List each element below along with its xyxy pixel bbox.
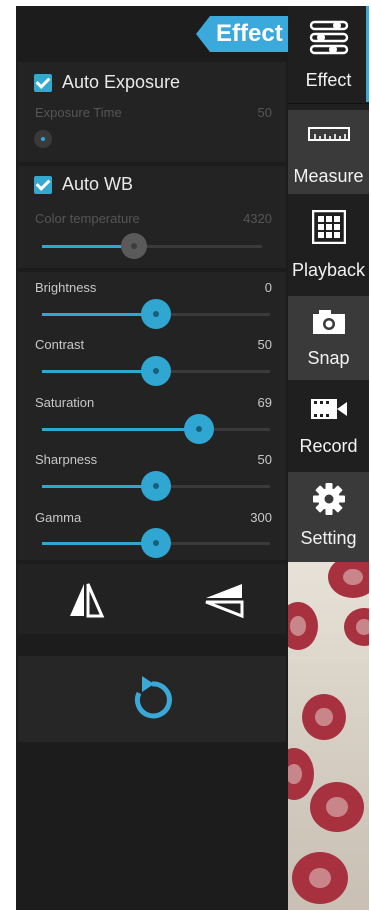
effect-header-tab[interactable]: Effect	[196, 16, 288, 52]
color-temperature-slider[interactable]	[42, 233, 262, 259]
nav-item-snap[interactable]: Snap	[288, 296, 369, 380]
sliders-icon	[309, 20, 349, 55]
adjustment-section: Brightness 0 Contrast 50 Saturation 69 S…	[18, 272, 286, 560]
blood-cell	[292, 852, 348, 904]
sharpness-slider[interactable]	[42, 471, 270, 501]
contrast-value: 50	[257, 337, 272, 352]
auto-exposure-label: Auto Exposure	[62, 72, 181, 92]
saturation-slider[interactable]	[42, 414, 270, 444]
brightness-value: 0	[264, 280, 272, 295]
color-temperature-thumb[interactable]	[121, 233, 148, 259]
contrast-thumb[interactable]	[141, 356, 171, 386]
side-navigation: Effect Measure Playback Snap Record Sett…	[288, 6, 369, 562]
camera-icon	[313, 310, 345, 334]
gear-icon	[313, 483, 345, 515]
grid-icon	[312, 210, 346, 244]
exposure-time-slider-thumb	[34, 130, 52, 148]
saturation-thumb[interactable]	[184, 414, 215, 444]
saturation-value: 69	[257, 395, 272, 410]
auto-exposure-toggle[interactable]: Auto Exposure	[34, 72, 180, 93]
flip-horizontal-button[interactable]	[66, 580, 106, 620]
nav-item-record[interactable]: Record	[288, 382, 369, 470]
flip-horizontal-icon	[70, 583, 105, 618]
reset-icon	[134, 676, 172, 719]
gamma-label: Gamma	[35, 510, 82, 525]
blood-cell	[288, 748, 314, 800]
nav-label-playback: Playback	[291, 260, 366, 280]
saturation-fill	[42, 428, 200, 431]
nav-item-measure[interactable]: Measure	[288, 110, 369, 194]
wb-section: Auto WB Color temperature 4320	[18, 166, 286, 268]
auto-exposure-checkbox[interactable]	[34, 73, 52, 92]
brightness-label: Brightness	[35, 280, 97, 295]
ruler-icon	[308, 127, 350, 141]
saturation-label: Saturation	[35, 395, 95, 410]
brightness-slider[interactable]	[42, 299, 270, 329]
contrast-slider[interactable]	[42, 356, 270, 386]
sharpness-value: 50	[257, 452, 272, 467]
flip-vertical-icon	[205, 584, 244, 619]
auto-wb-label: Auto WB	[62, 174, 134, 194]
brightness-thumb[interactable]	[141, 299, 171, 329]
contrast-fill	[42, 370, 156, 373]
nav-label-setting: Setting	[300, 528, 357, 548]
blood-cell	[344, 608, 369, 646]
gamma-fill	[42, 542, 156, 545]
exposure-section: Auto Exposure Exposure Time 50	[18, 62, 286, 162]
reset-area	[18, 656, 286, 742]
video-icon	[311, 399, 347, 419]
blood-cell	[302, 694, 346, 740]
nav-label-measure: Measure	[293, 166, 364, 186]
nav-label-effect: Effect	[305, 70, 352, 90]
flip-vertical-button[interactable]	[202, 580, 246, 620]
contrast-label: Contrast	[35, 337, 85, 352]
nav-item-effect[interactable]: Effect	[288, 6, 369, 102]
gamma-value: 300	[250, 510, 272, 525]
nav-label-record: Record	[299, 436, 358, 456]
app-window: Effect Auto Exposure Exposure Time 50 Au…	[16, 6, 369, 910]
reset-button[interactable]	[126, 674, 176, 724]
nav-separator	[288, 103, 369, 104]
color-temperature-value: 4320	[243, 211, 272, 226]
gamma-thumb[interactable]	[141, 528, 171, 558]
exposure-time-label: Exposure Time	[35, 105, 122, 120]
blood-cell	[328, 562, 369, 598]
nav-item-setting[interactable]: Setting	[288, 472, 369, 562]
effect-header-label: Effect	[216, 20, 283, 47]
flip-controls	[18, 564, 286, 634]
active-indicator	[366, 6, 369, 102]
blood-cell	[288, 602, 318, 650]
sharpness-thumb[interactable]	[141, 471, 171, 501]
auto-wb-checkbox[interactable]	[34, 175, 52, 194]
auto-wb-toggle[interactable]: Auto WB	[34, 174, 133, 195]
effect-panel: Effect Auto Exposure Exposure Time 50 Au…	[16, 6, 288, 910]
brightness-fill	[42, 313, 156, 316]
nav-label-snap: Snap	[307, 348, 350, 368]
sharpness-label: Sharpness	[35, 452, 98, 467]
gamma-slider[interactable]	[42, 528, 270, 558]
color-temperature-label: Color temperature	[35, 211, 140, 226]
nav-item-playback[interactable]: Playback	[288, 196, 369, 292]
exposure-time-value: 50	[257, 105, 272, 120]
sharpness-fill	[42, 485, 156, 488]
camera-preview[interactable]	[288, 562, 369, 910]
blood-cell	[310, 782, 364, 832]
